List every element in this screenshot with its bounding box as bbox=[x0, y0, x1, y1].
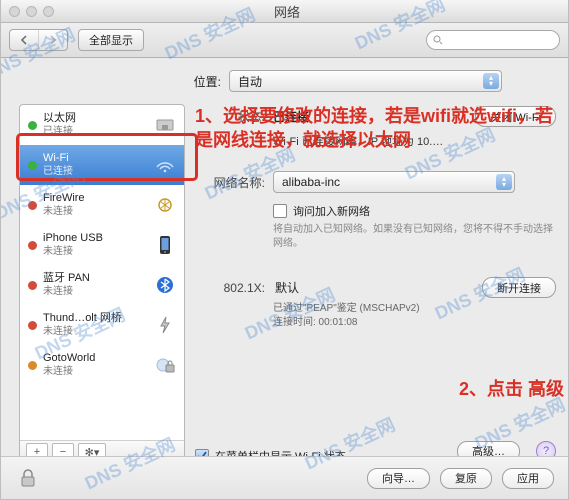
location-label: 位置: bbox=[1, 73, 221, 90]
8021x-label: 802.1X: bbox=[195, 281, 265, 295]
8021x-auth-info: 已通过"PEAP"鉴定 (MSCHAPv2) bbox=[273, 302, 556, 316]
8021x-time-info: 连接时间: 00:01:08 bbox=[273, 316, 556, 330]
toolbar: 全部显示 bbox=[1, 23, 568, 58]
search-icon bbox=[433, 35, 443, 45]
status-dot-icon bbox=[28, 161, 37, 170]
zoom-icon[interactable] bbox=[43, 6, 54, 17]
titlebar: 网络 bbox=[1, 0, 568, 23]
network-name-select[interactable]: alibaba-inc ▴▾ bbox=[273, 171, 515, 193]
status-label: 状态: bbox=[195, 108, 265, 125]
thunderbolt-icon bbox=[152, 314, 178, 336]
window-title: 网络 bbox=[64, 2, 510, 21]
prefs-window: 网络 全部显示 位置: 自动 ▴▾ 以 bbox=[0, 0, 569, 500]
network-name-label: 网络名称: bbox=[195, 174, 265, 191]
location-select[interactable]: 自动 ▴▾ bbox=[229, 70, 502, 92]
disconnect-button[interactable]: 断开连接 bbox=[482, 277, 556, 298]
ethernet-icon bbox=[152, 114, 178, 136]
interface-detail: 1、选择要修改的连接，若是wifi就选wifi，若是网线连接，就选择以太网 状态… bbox=[195, 104, 556, 464]
sidebar-item-iphone-usb[interactable]: iPhone USB未连接 bbox=[20, 225, 184, 265]
lock-button[interactable] bbox=[17, 467, 39, 489]
interfaces-sidebar: 以太网已连接 Wi-Fi已连接 FireWire未连接 iPhone USB未连… bbox=[19, 104, 185, 464]
assist-button[interactable]: 向导… bbox=[367, 468, 430, 489]
firewire-icon bbox=[152, 194, 178, 216]
status-dot-icon bbox=[28, 241, 37, 250]
sidebar-item-gotoworld[interactable]: GotoWorld未连接 bbox=[20, 345, 184, 385]
status-desc: Wi-Fi 已连接网络，IP 地址为 10.… bbox=[273, 133, 556, 149]
apply-button[interactable]: 应用 bbox=[502, 468, 554, 489]
status-dot-icon bbox=[28, 321, 37, 330]
close-icon[interactable] bbox=[9, 6, 20, 17]
forward-button[interactable] bbox=[38, 30, 67, 50]
chevron-updown-icon: ▴▾ bbox=[496, 174, 512, 190]
sidebar-item-wifi[interactable]: Wi-Fi已连接 bbox=[20, 145, 184, 185]
minimize-icon[interactable] bbox=[26, 6, 37, 17]
sidebar-item-ethernet[interactable]: 以太网已连接 bbox=[20, 105, 184, 145]
window-footer: 向导… 复原 应用 bbox=[1, 456, 568, 499]
back-button[interactable] bbox=[10, 30, 38, 50]
status-value: 已连接 bbox=[273, 108, 309, 125]
search-input[interactable] bbox=[426, 30, 560, 50]
globe-lock-icon bbox=[152, 354, 178, 376]
iphone-icon bbox=[152, 234, 178, 256]
annotation-2: 2、点击 高级 bbox=[459, 375, 564, 401]
bluetooth-icon bbox=[152, 274, 178, 296]
status-dot-icon bbox=[28, 361, 37, 370]
checkbox-icon bbox=[273, 204, 287, 218]
revert-button[interactable]: 复原 bbox=[440, 468, 492, 489]
location-value: 自动 bbox=[238, 73, 262, 90]
sidebar-item-bluetooth-pan[interactable]: 蓝牙 PAN未连接 bbox=[20, 265, 184, 305]
nav-buttons[interactable] bbox=[9, 29, 68, 51]
status-dot-icon bbox=[28, 201, 37, 210]
sidebar-item-thunderbolt[interactable]: Thund…olt 网桥未连接 bbox=[20, 305, 184, 345]
toggle-wifi-button[interactable]: 关闭 Wi-Fi bbox=[475, 106, 556, 127]
traffic-lights[interactable] bbox=[9, 6, 54, 17]
status-dot-icon bbox=[28, 121, 37, 130]
8021x-value: 默认 bbox=[275, 279, 299, 296]
ask-join-checkbox[interactable]: 询问加入新网络 bbox=[273, 203, 556, 219]
sidebar-item-firewire[interactable]: FireWire未连接 bbox=[20, 185, 184, 225]
wifi-icon bbox=[152, 154, 178, 176]
chevron-updown-icon: ▴▾ bbox=[483, 73, 499, 89]
ask-join-hint: 将自动加入已知网络。如果没有已知网络，您将不得不手动选择网络。 bbox=[273, 223, 556, 251]
show-all-button[interactable]: 全部显示 bbox=[78, 29, 144, 51]
status-dot-icon bbox=[28, 281, 37, 290]
